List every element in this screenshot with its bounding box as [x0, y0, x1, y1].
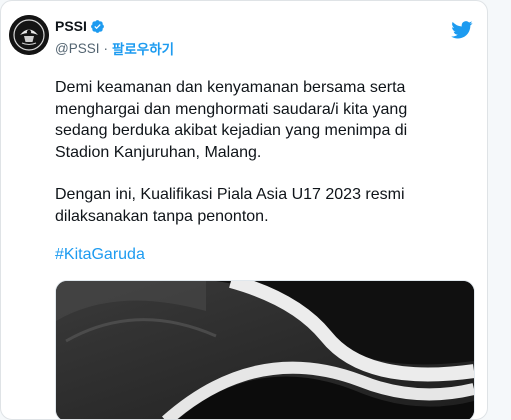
verified-badge-icon — [90, 19, 105, 34]
twitter-bird-icon[interactable] — [451, 21, 473, 39]
tweet-paragraph-1: Demi keamanan dan kenyamanan bersama ser… — [55, 79, 408, 161]
tweet-media-image[interactable] — [55, 280, 475, 419]
avatar[interactable] — [9, 15, 49, 55]
tweet-card[interactable]: PSSI @PSSI · 팔로우하기 Demi keamanan dan ken… — [0, 0, 488, 420]
media-graphic — [56, 281, 474, 419]
handle[interactable]: @PSSI — [55, 41, 99, 56]
tweet-paragraph-2: Dengan ini, Kualifikasi Piala Asia U17 2… — [55, 186, 405, 225]
hashtag-link[interactable]: #KitaGaruda — [55, 246, 145, 264]
pssi-logo-icon — [9, 15, 49, 55]
separator-dot: · — [103, 40, 108, 56]
tweet-text: Demi keamanan dan kenyamanan bersama ser… — [55, 77, 465, 227]
tweet-header: PSSI @PSSI · 팔로우하기 — [55, 17, 174, 58]
display-name[interactable]: PSSI — [55, 18, 87, 34]
follow-button[interactable]: 팔로우하기 — [112, 38, 174, 58]
